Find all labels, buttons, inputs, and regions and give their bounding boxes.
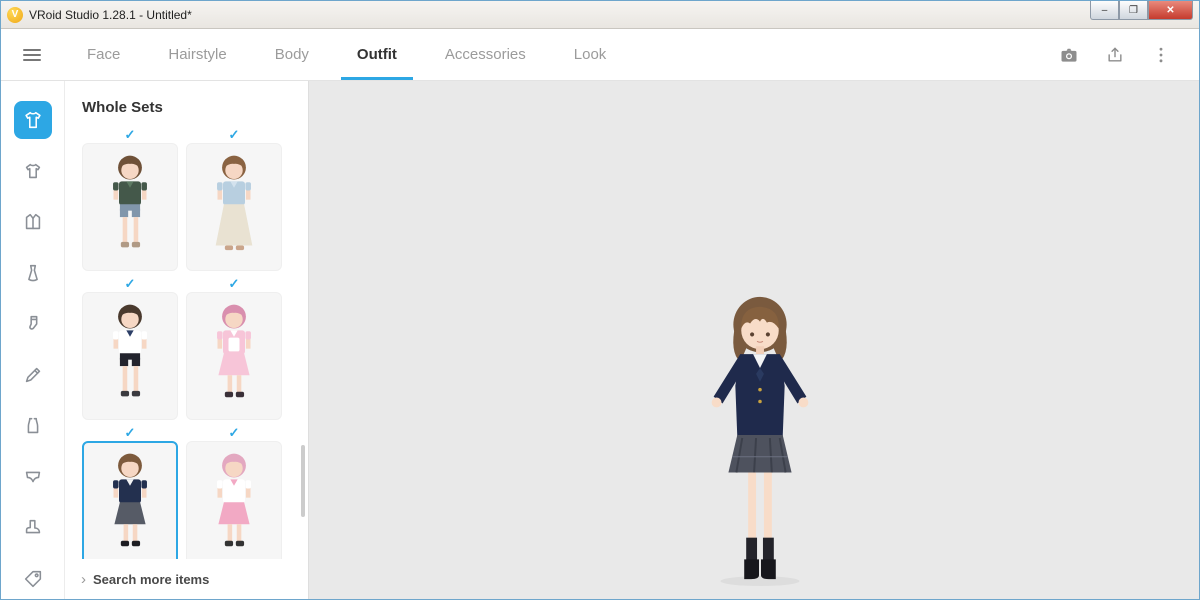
sidebar-item-whole-sets[interactable]	[14, 101, 52, 139]
chevron-right-icon: ›	[81, 571, 86, 588]
sidebar-item-jacket[interactable]	[14, 203, 52, 241]
camera-icon[interactable]	[1059, 45, 1079, 65]
app-window: V VRoid Studio 1.28.1 - Untitled* – ❐ ✕ …	[0, 0, 1200, 600]
sidebar-item-shoes[interactable]	[14, 509, 52, 547]
applied-check-icon: ✓	[229, 126, 240, 143]
outfit-grid: ✓ ✓ ✓ ✓ ✓	[65, 126, 308, 559]
outfit-item-navy-blazer-plaid-skirt[interactable]	[82, 441, 178, 559]
sidebar-item-tops[interactable]	[14, 152, 52, 190]
outfit-item-floral-shirt-denim-shorts[interactable]	[82, 143, 178, 271]
category-sidebar	[1, 81, 65, 599]
outfit-item-denim-jacket-long-skirt[interactable]	[186, 143, 282, 271]
outfit-cell-sailor-top-black-shorts: ✓	[82, 275, 178, 420]
window-title: VRoid Studio 1.28.1 - Untitled*	[29, 8, 192, 22]
applied-check-icon: ✓	[125, 424, 136, 441]
tab-body[interactable]: Body	[251, 29, 333, 80]
panel-heading: Whole Sets	[65, 81, 308, 126]
main-content: Whole Sets ✓ ✓ ✓ ✓	[1, 81, 1199, 599]
applied-check-icon: ✓	[229, 275, 240, 292]
window-controls: – ❐ ✕	[1090, 1, 1193, 20]
outfit-item-white-top-pink-skirt[interactable]	[186, 441, 282, 559]
tab-accessories[interactable]: Accessories	[421, 29, 550, 80]
app-logo-icon: V	[7, 7, 23, 23]
search-more-items-label: Search more items	[93, 572, 209, 587]
applied-check-icon: ✓	[229, 424, 240, 441]
outfit-cell-white-top-pink-skirt: ✓	[186, 424, 282, 559]
minimize-button[interactable]: –	[1090, 1, 1119, 20]
character-model	[660, 291, 860, 587]
hamburger-menu-icon[interactable]	[1, 29, 63, 80]
title-bar: V VRoid Studio 1.28.1 - Untitled* – ❐ ✕	[1, 1, 1199, 29]
outfit-cell-denim-jacket-long-skirt: ✓	[186, 126, 282, 271]
sidebar-item-brush[interactable]	[14, 356, 52, 394]
tab-look[interactable]: Look	[550, 29, 631, 80]
tab-face[interactable]: Face	[63, 29, 144, 80]
outfit-item-sailor-top-black-shorts[interactable]	[82, 292, 178, 420]
hamburger-bars	[23, 49, 41, 61]
3d-viewport[interactable]	[309, 81, 1199, 599]
top-navbar: FaceHairstyleBodyOutfitAccessoriesLook	[1, 29, 1199, 81]
close-button[interactable]: ✕	[1148, 1, 1193, 20]
outfit-item-pink-maid-dress[interactable]	[186, 292, 282, 420]
nav-actions	[1059, 29, 1199, 80]
sidebar-item-onepiece[interactable]	[14, 254, 52, 292]
sidebar-item-tag[interactable]	[14, 560, 52, 598]
outfit-cell-pink-maid-dress: ✓	[186, 275, 282, 420]
applied-check-icon: ✓	[125, 126, 136, 143]
sidebar-item-socks[interactable]	[14, 305, 52, 343]
applied-check-icon: ✓	[125, 275, 136, 292]
maximize-button[interactable]: ❐	[1119, 1, 1148, 20]
sidebar-item-innerwear[interactable]	[14, 407, 52, 445]
nav-tabs: FaceHairstyleBodyOutfitAccessoriesLook	[63, 29, 630, 80]
sidebar-item-underwear[interactable]	[14, 458, 52, 496]
export-icon[interactable]	[1105, 45, 1125, 65]
outfit-cell-floral-shirt-denim-shorts: ✓	[82, 126, 178, 271]
search-more-items-link[interactable]: › Search more items	[65, 559, 308, 599]
tab-outfit[interactable]: Outfit	[333, 29, 421, 80]
tab-hairstyle[interactable]: Hairstyle	[144, 29, 250, 80]
panel-scrollbar[interactable]	[301, 445, 305, 517]
outfit-cell-navy-blazer-plaid-skirt: ✓	[82, 424, 178, 559]
kebab-menu-icon[interactable]	[1151, 45, 1171, 65]
outfit-panel: Whole Sets ✓ ✓ ✓ ✓	[65, 81, 309, 599]
